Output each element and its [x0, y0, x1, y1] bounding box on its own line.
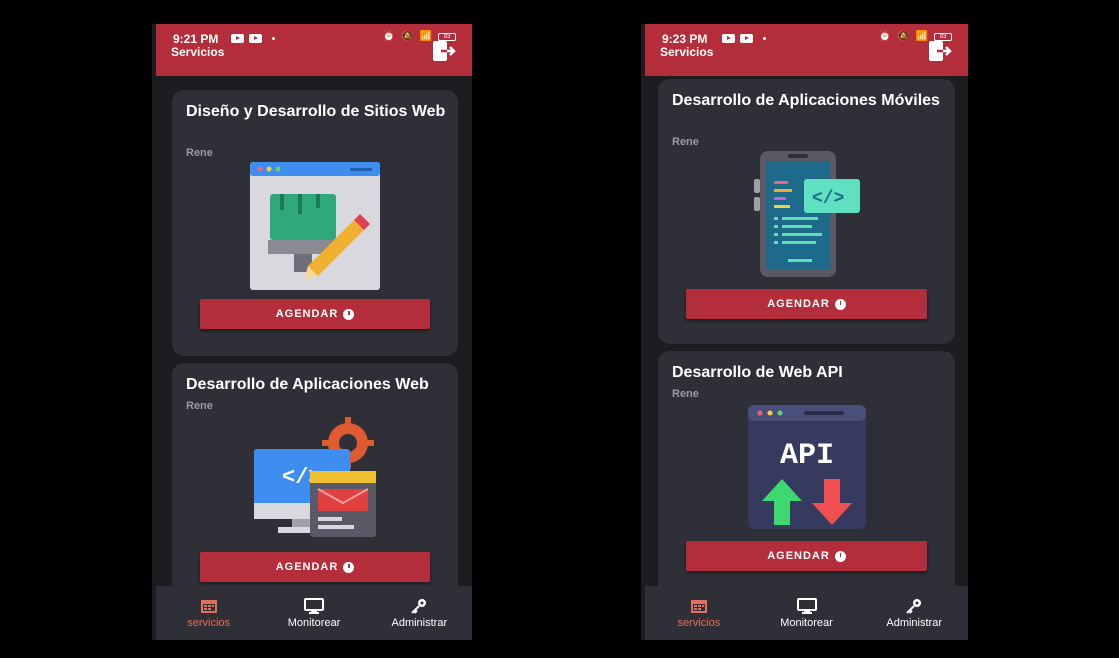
nav-label: Monitorear: [287, 616, 341, 629]
bottom-navigation: servicios Monitorear Administrar: [645, 586, 968, 640]
nav-label: servicios: [187, 616, 231, 629]
alarm-icon: ⏰: [382, 31, 398, 42]
service-card: Desarrollo de Aplicaciones Web Rene </>: [172, 363, 458, 586]
clock-icon: [343, 561, 355, 573]
bottom-navigation: servicios Monitorear Administrar: [156, 586, 472, 640]
schedule-button[interactable]: AGENDAR: [200, 299, 430, 329]
schedule-button-label: AGENDAR: [275, 561, 339, 573]
youtube-notification-icon: [722, 34, 735, 43]
mobile-app-illustration-icon: </>: [753, 151, 860, 277]
service-author: Rene: [186, 147, 213, 159]
status-time: 9:23 PM: [662, 32, 708, 46]
schedule-button[interactable]: AGENDAR: [200, 552, 430, 582]
alarm-icon: ⏰: [878, 31, 894, 42]
services-list[interactable]: Diseño y Desarrollo de Sitios Web Rene A…: [156, 76, 472, 586]
app-bar: 9:21 PM ⏰ 🔕 📶 93 Servicios: [156, 24, 472, 76]
phone-screen-left: 9:21 PM ⏰ 🔕 📶 93 Servicios Diseño y Desa…: [152, 24, 472, 640]
svg-text:</>: </>: [812, 189, 844, 209]
nav-label: servicios: [677, 616, 721, 629]
status-time: 9:21 PM: [173, 32, 219, 46]
clock-icon: [834, 550, 846, 562]
service-title: Desarrollo de Web API: [672, 364, 843, 381]
web-apps-illustration-icon: </>: [254, 417, 376, 537]
nav-item-servicios[interactable]: servicios: [645, 586, 753, 640]
mute-icon: 🔕: [897, 31, 912, 42]
nav-label: Monitorear: [780, 616, 833, 629]
nav-item-monitorear[interactable]: Monitorear: [261, 586, 366, 640]
calendar-icon: [690, 599, 707, 613]
service-card: Desarrollo de Aplicaciones Móviles Rene …: [658, 79, 955, 344]
service-title: Diseño y Desarrollo de Sitios Web: [186, 103, 446, 120]
service-author: Rene: [186, 400, 213, 412]
nav-item-monitorear[interactable]: Monitorear: [753, 586, 861, 640]
nav-item-administrar[interactable]: Administrar: [860, 586, 968, 640]
schedule-button-label: AGENDAR: [767, 550, 830, 562]
more-notifications-dot-icon: [272, 37, 275, 40]
app-bar: 9:23 PM ⏰ 🔕 📶 93 Servicios: [645, 24, 968, 76]
schedule-button-label: AGENDAR: [275, 308, 339, 320]
phone-screen-right: 9:23 PM ⏰ 🔕 📶 93 Servicios Desarrollo de…: [641, 24, 968, 640]
more-notifications-dot-icon: [763, 37, 766, 40]
nav-item-servicios[interactable]: servicios: [156, 586, 261, 640]
service-title: Desarrollo de Aplicaciones Web: [186, 376, 429, 393]
schedule-button[interactable]: AGENDAR: [686, 289, 927, 319]
youtube-notification-icon: [740, 34, 753, 43]
youtube-notification-icon: [249, 34, 262, 43]
youtube-notification-icon: [231, 34, 244, 43]
nav-item-administrar[interactable]: Administrar: [367, 586, 472, 640]
logout-icon[interactable]: [432, 40, 456, 62]
services-list[interactable]: Desarrollo de Aplicaciones Móviles Rene …: [645, 76, 968, 586]
service-author: Rene: [672, 136, 699, 148]
key-icon: [411, 598, 427, 614]
page-title: Servicios: [660, 45, 714, 59]
nav-label: Administrar: [886, 616, 942, 629]
mute-icon: 🔕: [401, 31, 416, 42]
api-label: API: [779, 439, 833, 473]
calendar-icon: [200, 599, 217, 613]
schedule-button-label: AGENDAR: [767, 298, 830, 310]
service-card: Diseño y Desarrollo de Sitios Web Rene A…: [172, 90, 458, 356]
nav-label: Administrar: [391, 616, 448, 629]
service-author: Rene: [672, 388, 699, 400]
monitor-icon: [303, 597, 324, 614]
service-card: Desarrollo de Web API Rene API AGENDAR: [658, 351, 955, 586]
page-title: Servicios: [171, 45, 225, 59]
monitor-icon: [796, 597, 817, 614]
clock-icon: [343, 308, 355, 320]
logout-icon[interactable]: [928, 40, 952, 62]
schedule-button[interactable]: AGENDAR: [686, 541, 927, 571]
service-title: Desarrollo de Aplicaciones Móviles: [672, 92, 940, 109]
web-design-illustration-icon: [250, 162, 380, 290]
clock-icon: [834, 298, 846, 310]
key-icon: [906, 598, 922, 614]
web-api-illustration-icon: API: [747, 405, 866, 529]
